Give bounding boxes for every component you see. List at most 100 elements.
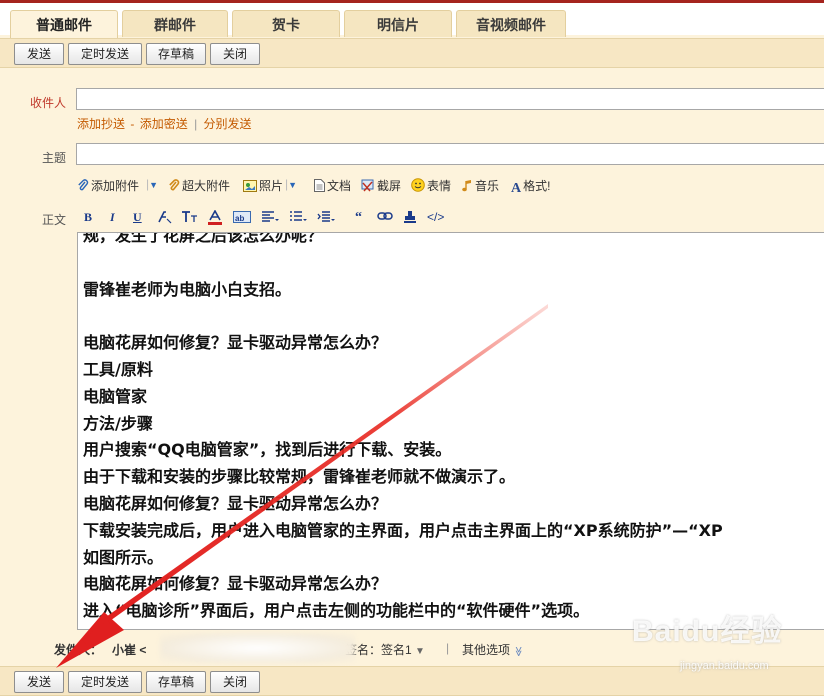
chevron-down-icon: ▼: [415, 646, 425, 657]
stamp-button[interactable]: [403, 210, 417, 228]
align-left-icon: [262, 211, 279, 222]
stamp-icon: [404, 211, 416, 223]
body-line: [83, 250, 824, 277]
tab-group-mail[interactable]: 群邮件: [122, 10, 228, 37]
source-code-button[interactable]: </>: [427, 210, 444, 224]
subject-input[interactable]: [76, 143, 824, 165]
font-family-icon: [158, 211, 172, 224]
double-chevron-icon: ≫: [513, 646, 525, 657]
separate-send-link[interactable]: 分别发送: [204, 117, 252, 131]
send-button[interactable]: 发送: [14, 43, 64, 65]
font-family-button[interactable]: [156, 210, 172, 228]
large-attachment-button[interactable]: 超大附件: [168, 177, 230, 195]
body-label: 正文: [42, 213, 67, 227]
underline-button[interactable]: U: [133, 210, 142, 225]
send-button-bottom[interactable]: 发送: [14, 671, 64, 693]
recipient-input[interactable]: [76, 88, 824, 110]
quote-button[interactable]: “: [355, 210, 362, 226]
italic-button[interactable]: I: [110, 210, 115, 225]
link-button[interactable]: [377, 210, 393, 226]
document-icon: [314, 179, 325, 195]
other-options-label: 其他选项: [462, 643, 511, 657]
font-size-icon: [182, 211, 197, 222]
music-button[interactable]: 音乐: [461, 177, 499, 195]
baidu-watermark-url: jingyan.baidu.com: [680, 660, 769, 672]
font-color-button[interactable]: [207, 209, 223, 229]
ordered-list-button[interactable]: [289, 210, 307, 228]
save-draft-button-bottom[interactable]: 存草稿: [146, 671, 206, 693]
tab-greeting-card[interactable]: 贺卡: [232, 10, 340, 37]
letter-a-icon: A: [511, 181, 522, 196]
indent-button[interactable]: [317, 210, 335, 228]
indent-icon: [317, 211, 335, 222]
chevron-down-icon: ▼: [288, 180, 298, 190]
link-icon: [377, 212, 393, 220]
highlight-icon: ab: [233, 211, 251, 223]
list-icon: [290, 211, 307, 221]
smiley-icon: [411, 178, 425, 195]
body-content: 规，发生了花屏之后该怎么办呢？ 雷锋崔老师为电脑小白支招。电脑花屏如何修复？显卡驱…: [83, 232, 824, 625]
font-size-button[interactable]: [181, 210, 199, 228]
body-line: 用户搜索“QQ电脑管家”，找到后进行下载、安装。: [83, 440, 452, 460]
recipient-label: 收件人: [30, 96, 67, 110]
screenshot-button[interactable]: 截屏: [361, 177, 401, 195]
document-button[interactable]: 文档: [314, 177, 351, 195]
photo-dropdown[interactable]: |▼: [285, 177, 297, 191]
emoticon-button[interactable]: 表情: [411, 177, 451, 195]
photo-button[interactable]: 照片: [243, 177, 283, 195]
close-button[interactable]: 关闭: [210, 43, 260, 65]
mail-type-tabs: 普通邮件 群邮件 贺卡 明信片 音视频邮件: [0, 3, 824, 39]
body-line: 电脑花屏如何修复？显卡驱动异常怎么办？: [83, 333, 388, 353]
photo-icon: [243, 180, 257, 195]
body-line: 规，发生了花屏之后该怎么办呢？: [83, 232, 324, 245]
recipient-links: 添加抄送 - 添加密送 | 分别发送: [77, 115, 252, 132]
baidu-watermark: Baidu经验: [632, 615, 783, 648]
link-dash: -: [130, 117, 135, 131]
add-attachment-button[interactable]: 添加附件: [77, 177, 139, 195]
music-note-icon: [461, 179, 473, 195]
screenshot-icon: [361, 179, 375, 195]
signature-value: 签名：签名1: [345, 643, 412, 657]
bold-button[interactable]: B: [84, 210, 92, 225]
body-line: 电脑花屏如何修复？显卡驱动异常怎么办？: [83, 493, 388, 513]
quote-icon: “: [355, 210, 362, 225]
other-options-button[interactable]: 其他选项 ≫: [462, 641, 524, 658]
timed-send-button[interactable]: 定时发送: [68, 43, 142, 65]
save-draft-button[interactable]: 存草稿: [146, 43, 206, 65]
format-button[interactable]: A 格式!: [511, 177, 550, 197]
tab-postcard[interactable]: 明信片: [344, 10, 452, 37]
sender-name[interactable]: 小崔 <: [112, 641, 146, 658]
svg-text:ab: ab: [235, 214, 244, 223]
body-line: [83, 303, 824, 330]
editor-toolbar: B I U ab “ </>: [77, 207, 824, 231]
body-line: 方法/步骤: [83, 413, 153, 433]
body-line: 由于下载和安装的步骤比较常规，雷锋崔老师就不做演示了。: [83, 467, 516, 487]
add-cc-link[interactable]: 添加抄送: [77, 117, 125, 131]
link-separator: |: [194, 117, 198, 131]
body-editor[interactable]: 规，发生了花屏之后该怎么办呢？ 雷锋崔老师为电脑小白支招。电脑花屏如何修复？显卡驱…: [77, 232, 824, 630]
body-line: 工具/原料: [83, 359, 153, 379]
highlight-button[interactable]: ab: [233, 210, 251, 228]
top-toolbar: 发送 定时发送 存草稿 关闭: [0, 38, 824, 68]
tab-av-mail[interactable]: 音视频邮件: [456, 10, 566, 37]
large-paperclip-icon: [168, 179, 180, 195]
tab-normal-mail[interactable]: 普通邮件: [10, 10, 118, 39]
subject-label: 主题: [42, 151, 67, 165]
attachment-dropdown[interactable]: |▼: [146, 177, 158, 191]
blurred-email-address: [160, 633, 355, 663]
body-line: 电脑花屏如何修复？显卡驱动异常怎么办？: [83, 574, 388, 594]
paperclip-icon: [77, 179, 89, 195]
chevron-down-icon: ▼: [149, 180, 159, 190]
body-line: 电脑管家: [83, 386, 148, 406]
sender-label: 发件人：: [54, 643, 103, 657]
signature-selector[interactable]: 签名：签名1 ▼: [345, 641, 425, 658]
timed-send-button-bottom[interactable]: 定时发送: [68, 671, 142, 693]
close-button-bottom[interactable]: 关闭: [210, 671, 260, 693]
body-line: 雷锋崔老师为电脑小白支招。: [83, 279, 292, 299]
add-bcc-link[interactable]: 添加密送: [140, 117, 188, 131]
body-line: 下载安装完成后，用户进入电脑管家的主界面，用户点击主界面上的“XP系统防护”—“…: [83, 520, 723, 540]
footer-separator: |: [446, 641, 450, 655]
align-button[interactable]: [261, 210, 279, 228]
body-line: 如图所示。: [83, 547, 164, 567]
font-color-icon: [208, 209, 222, 225]
